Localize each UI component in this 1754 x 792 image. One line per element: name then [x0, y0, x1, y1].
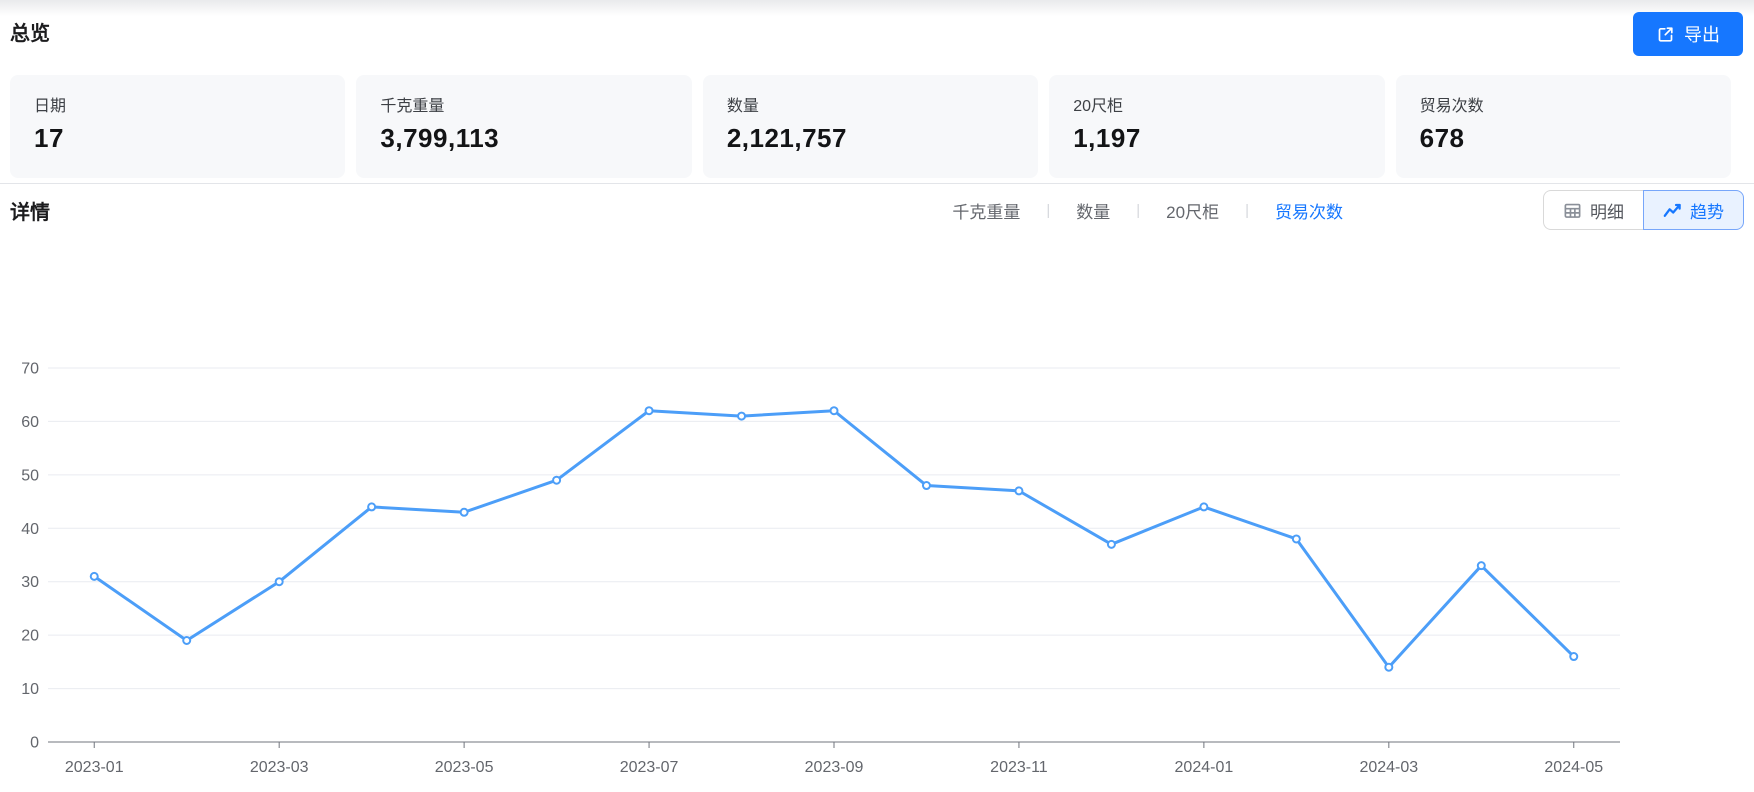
- stat-card: 千克重量 3,799,113: [356, 75, 692, 178]
- data-point: [1199, 502, 1209, 512]
- tab-separator: |: [1046, 201, 1051, 219]
- table-icon: [1563, 201, 1582, 220]
- x-axis-label: 2024-05: [1544, 759, 1603, 776]
- stat-card: 数量 2,121,757: [702, 75, 1039, 178]
- export-button-label: 导出: [1684, 25, 1720, 45]
- stat-card: 20尺柜 1,197: [1049, 75, 1385, 178]
- y-axis-label: 60: [21, 414, 39, 431]
- stat-cards: 日期 17 千克重量 3,799,113 数量 2,121,757 20尺柜 1,197 贸易次…: [10, 75, 1732, 178]
- stat-card-value: 678: [1419, 123, 1465, 153]
- trend-line: [92, 409, 1576, 669]
- stat-card: 贸易次数 678: [1395, 75, 1732, 178]
- view-toggle-趋势[interactable]: 趋势: [1643, 190, 1744, 230]
- view-toggle-明细[interactable]: 明细: [1543, 190, 1643, 230]
- metric-tab-数量[interactable]: 数量: [1076, 198, 1110, 223]
- view-toggle-label: 趋势: [1690, 202, 1724, 222]
- y-axis-label: 10: [21, 681, 39, 698]
- export-button[interactable]: 导出: [1633, 12, 1743, 56]
- data-point: [1291, 534, 1301, 544]
- stat-card-label: 日期: [34, 98, 67, 115]
- tab-separator: |: [1136, 201, 1141, 219]
- data-point: [644, 406, 654, 416]
- x-axis-label: 2023-11: [990, 759, 1048, 776]
- x-axis-label: 2023-05: [435, 759, 494, 776]
- x-axis-label: 2023-09: [805, 759, 864, 776]
- metric-tab-千克重量[interactable]: 千克重量: [952, 198, 1020, 223]
- view-toggle-label: 明细: [1590, 202, 1624, 222]
- x-axis-label: 2024-03: [1359, 759, 1418, 776]
- data-point: [367, 502, 377, 512]
- section-divider: [0, 183, 1754, 184]
- stat-card-label: 千克重量: [380, 98, 445, 115]
- tab-separator: |: [1245, 201, 1249, 219]
- stat-card-label: 数量: [726, 98, 759, 115]
- x-axis-label: 2024-01: [1175, 759, 1234, 776]
- data-point: [1014, 486, 1024, 496]
- data-point: [552, 475, 562, 485]
- y-axis-label: 40: [21, 521, 39, 538]
- y-axis-label: 50: [21, 467, 39, 484]
- data-point: [182, 635, 192, 645]
- x-axis-label: 2023-01: [65, 759, 124, 776]
- stat-card-value: 1,197: [1073, 123, 1141, 153]
- stat-card: 日期 17: [10, 75, 346, 178]
- y-axis-label: 20: [21, 628, 39, 645]
- data-point: [921, 481, 931, 491]
- trend-chart: 0 10 20 30 40 50 60 70 2023-01 2023-03 2023-05 2023…: [21, 361, 1620, 776]
- x-axis-label: 2023-03: [250, 759, 309, 776]
- data-point: [829, 406, 839, 416]
- data-point: [737, 411, 747, 421]
- page-title: 总览: [10, 23, 50, 45]
- metric-tabs: 千克重量 | 数量 | 20尺柜 | 贸易次数: [952, 198, 1343, 223]
- data-point: [1476, 561, 1486, 571]
- top-gradient: [0, 0, 1754, 16]
- dashboard-page: 总览 导出 日期 17 千克重量 3,799,113 数量 2,121,757 20尺柜 1,…: [0, 0, 1754, 792]
- data-point: [1569, 652, 1579, 662]
- y-axis-label: 70: [21, 361, 39, 378]
- data-point: [274, 577, 284, 587]
- details-header: 详情 千克重量 | 数量 | 20尺柜 | 贸易次数 明细 趋势: [10, 188, 1744, 232]
- stat-card-label: 20尺柜: [1073, 98, 1124, 115]
- view-toggle: 明细 趋势: [1543, 190, 1744, 230]
- x-axis-label: 2023-07: [620, 759, 679, 776]
- data-point: [1384, 662, 1394, 672]
- metric-tab-贸易次数[interactable]: 贸易次数: [1275, 198, 1343, 223]
- details-title: 详情: [10, 201, 50, 224]
- export-icon: [1658, 26, 1673, 42]
- stat-card-value: 17: [34, 123, 64, 153]
- stat-card-value: 3,799,113: [380, 123, 500, 153]
- stat-card-value: 2,121,757: [726, 123, 847, 153]
- trend-icon: [1663, 201, 1682, 220]
- metric-tab-20尺柜[interactable]: 20尺柜: [1166, 198, 1219, 223]
- stat-card-label: 贸易次数: [1419, 98, 1484, 115]
- data-point: [1106, 539, 1116, 549]
- y-axis-label: 0: [30, 735, 39, 752]
- data-point: [89, 571, 99, 581]
- data-point: [459, 507, 469, 517]
- y-axis-label: 30: [21, 574, 39, 591]
